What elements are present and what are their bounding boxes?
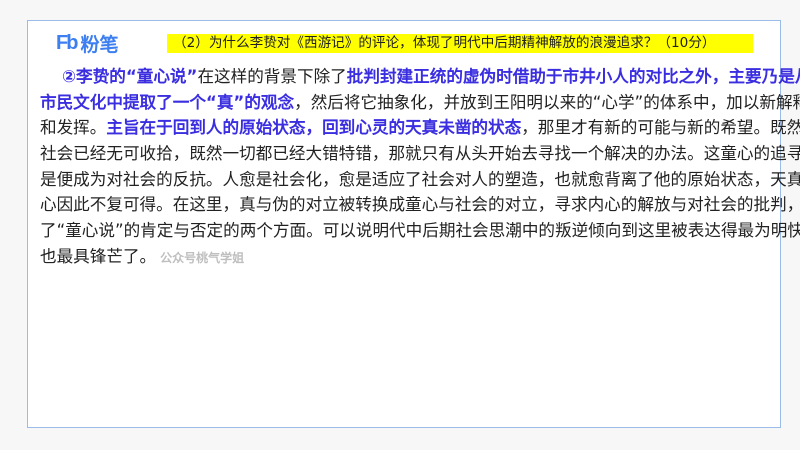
paragraph-line: 也最具锋芒了。 公众号桃气学姐 xyxy=(40,244,762,270)
text-segment: 了“童心说”的肯定与否定的两个方面。可以说明代中后期社会思潮中的叛逆倾向到这里被… xyxy=(40,221,800,241)
highlighted-text: 市民文化中提取了一个“真”的观念 xyxy=(40,92,295,112)
paragraph-line: 是便成为对社会的反抗。人愈是社会化，愈是适应了社会对人的塑造，也就愈背离了他的原… xyxy=(40,167,800,193)
text-segment: 社会已经无可收拾，既然一切都已经大错特错，那就只有从头开始去寻找一个解决的办法。… xyxy=(40,144,800,164)
text-segment: ，那里才有新的可能与新的希望。既然这个 xyxy=(521,118,800,138)
logo-text: 粉笔 xyxy=(80,33,119,56)
text-segment: 心因此不复可得。在这里，真与伪的对立被转换成童心与社会的对立，寻求内心的解放与对… xyxy=(40,195,800,215)
paragraph-line: ②李贽的“童心说”在这样的背景下除了批判封建正统的虚伪时借助于市井小人的对比之外… xyxy=(40,64,800,90)
paragraph-line: 市民文化中提取了一个“真”的观念，然后将它抽象化，并放到王阳明以来的“心学”的体… xyxy=(40,90,800,116)
text-segment: 和发挥。 xyxy=(40,118,107,138)
paragraph-line: 心因此不复可得。在这里，真与伪的对立被转换成童心与社会的对立，寻求内心的解放与对… xyxy=(40,192,800,218)
text-segment: ，然后将它抽象化，并放到王阳明以来的“心学”的体系中，加以新解释 xyxy=(294,92,800,112)
text-segment: 是便成为对社会的反抗。人愈是社会化，愈是适应了社会对人的塑造，也就愈背离了他的原… xyxy=(40,169,800,189)
fenbi-logo: Fb 粉笔 xyxy=(56,31,119,56)
logo-mark-icon: Fb xyxy=(56,31,78,54)
paragraph-line: 和发挥。主旨在于回到人的原始状态，回到心灵的天真未凿的状态，那里才有新的可能与新… xyxy=(40,115,800,141)
slide: Fb 粉笔 （2）为什么李贽对《西游记》的评论，体现了明代中后期精神解放的浪漫追… xyxy=(27,20,800,428)
text-segment: 在这样的背景下除了 xyxy=(197,67,347,86)
paragraph-line: 了“童心说”的肯定与否定的两个方面。可以说明代中后期社会思潮中的叛逆倾向到这里被… xyxy=(40,218,800,244)
highlighted-text: 批判封建正统的虚伪时借助于市井小人的对比之外，主要乃是从 xyxy=(346,67,800,86)
answer-paragraph: ②李贽的“童心说”在这样的背景下除了批判封建正统的虚伪时借助于市井小人的对比之外… xyxy=(40,64,800,270)
highlighted-text: ②李贽的“童心说” xyxy=(62,67,198,86)
question-heading: （2）为什么李贽对《西游记》的评论，体现了明代中后期精神解放的浪漫追求？（10分… xyxy=(167,34,753,53)
paragraph-line: 社会已经无可收拾，既然一切都已经大错特错，那就只有从头开始去寻找一个解决的办法。… xyxy=(40,141,800,167)
watermark: 公众号桃气学姐 xyxy=(160,250,245,265)
highlighted-text: 主旨在于回到人的原始状态，回到心灵的天真未凿的状态 xyxy=(106,118,522,138)
text-segment: 也最具锋芒了。 xyxy=(40,246,157,266)
